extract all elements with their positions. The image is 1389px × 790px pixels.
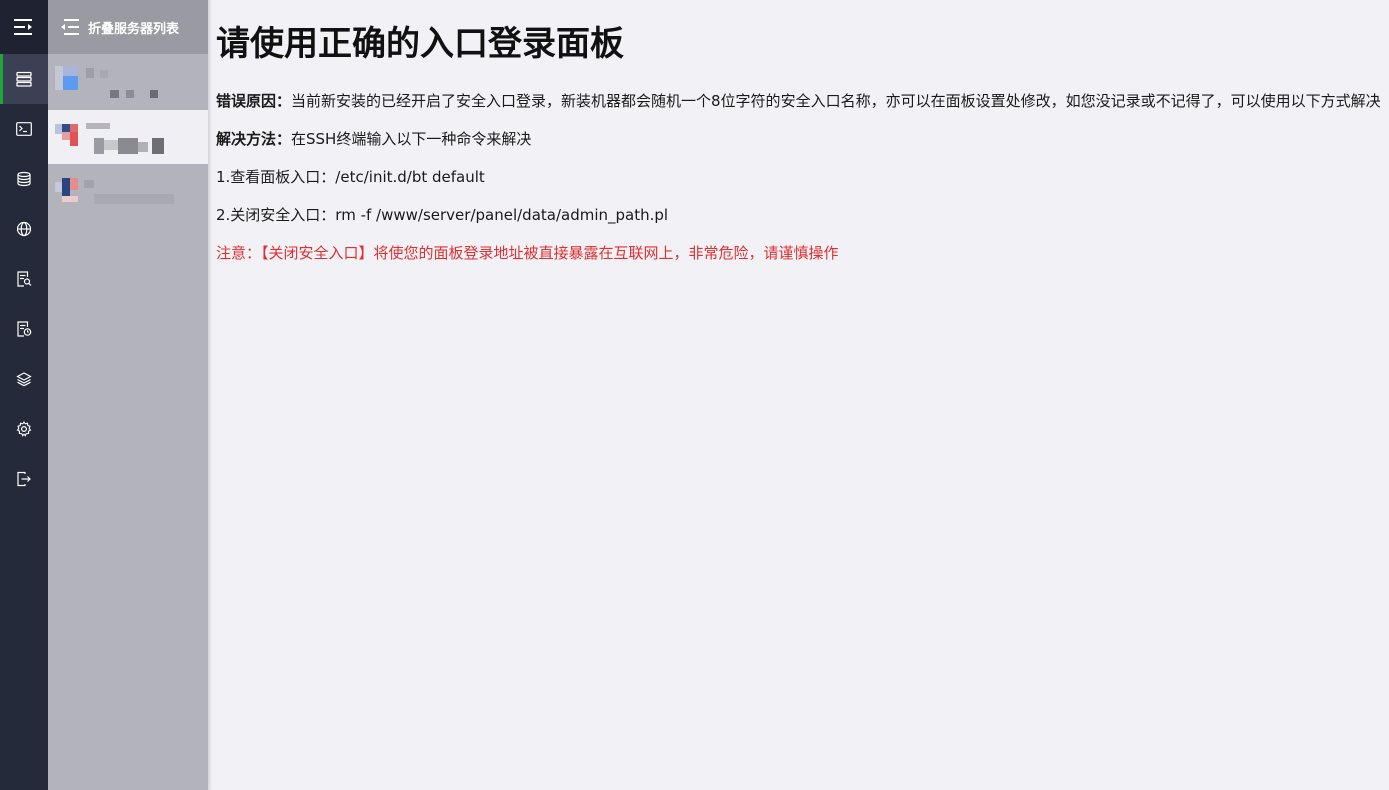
nav-servers[interactable] (0, 54, 48, 104)
nav-terminal[interactable] (0, 104, 48, 154)
panel-shadow (208, 0, 212, 790)
server-avatar (62, 124, 70, 132)
error-reason-text: 当前新安装的已经开启了安全入口登录，新装机器都会随机一个8位字符的安全入口名称，… (291, 92, 1381, 110)
server-avatar (62, 196, 78, 202)
menu-toggle-button[interactable] (0, 0, 48, 54)
server-address-redacted (118, 138, 138, 154)
server-avatar (70, 132, 78, 146)
server-avatar (70, 178, 78, 190)
server-name-redacted (86, 68, 94, 78)
server-address-redacted (152, 138, 164, 154)
server-item-selected[interactable] (48, 110, 208, 164)
server-avatar (63, 76, 78, 90)
solution-text: 在SSH终端输入以下一种命令来解决 (291, 130, 532, 148)
globe-icon (16, 221, 32, 237)
server-avatar (55, 124, 62, 134)
error-reason: 错误原因：当前新安装的已经开启了安全入口登录，新装机器都会随机一个8位字符的安全… (216, 90, 1384, 112)
nav-settings[interactable] (0, 404, 48, 454)
server-address-redacted (150, 90, 158, 98)
server-address-redacted (138, 142, 148, 152)
nav-database[interactable] (0, 154, 48, 204)
collapse-server-list-button[interactable]: 折叠服务器列表 (48, 0, 208, 54)
server-address-redacted (94, 194, 174, 204)
server-avatar (55, 182, 62, 192)
search-file-icon (17, 271, 32, 287)
nav-logout[interactable] (0, 454, 48, 504)
solution-label: 解决方法： (216, 130, 292, 148)
server-avatar (55, 66, 63, 90)
logout-icon (17, 471, 31, 487)
nav-software[interactable] (0, 354, 48, 404)
solution: 解决方法：在SSH终端输入以下一种命令来解决 (216, 128, 1384, 150)
nav-website[interactable] (0, 204, 48, 254)
warning-text: 注意：【关闭安全入口】将使您的面板登录地址被直接暴露在互联网上，非常危险，请谨慎… (216, 244, 839, 262)
server-address-redacted (94, 138, 104, 154)
collapse-server-list-label: 折叠服务器列表 (88, 21, 180, 37)
layers-icon (16, 372, 32, 387)
server-name-redacted (100, 70, 108, 78)
server-item[interactable] (48, 56, 208, 110)
menu-toggle-icon (14, 19, 32, 35)
server-list-icon (16, 71, 32, 87)
nav-files[interactable] (0, 254, 48, 304)
nav-cron[interactable] (0, 304, 48, 354)
terminal-icon (16, 122, 32, 136)
collapse-list-icon (61, 19, 79, 35)
server-address-redacted (126, 90, 134, 98)
server-address-redacted (110, 90, 119, 98)
server-avatar (62, 132, 70, 140)
error-reason-label: 错误原因： (216, 92, 292, 110)
server-avatar (70, 124, 78, 132)
server-list-panel: 折叠服务器列表 (48, 0, 208, 790)
icon-rail (0, 0, 48, 790)
step-view-entrance: 1.查看面板入口：/etc/init.d/bt default (216, 168, 485, 186)
settings-icon (16, 421, 32, 437)
server-avatar (62, 178, 70, 196)
server-address-redacted (104, 140, 118, 150)
main-content: 请使用正确的入口登录面板 错误原因：当前新安装的已经开启了安全入口登录，新装机器… (216, 0, 1384, 264)
step-disable-entrance: 2.关闭安全入口：rm -f /www/server/panel/data/ad… (216, 206, 669, 224)
server-name-redacted (86, 123, 110, 129)
server-item[interactable] (48, 166, 208, 220)
scheduled-task-icon (17, 321, 32, 337)
server-avatar (63, 66, 78, 76)
server-name-redacted (84, 180, 94, 188)
page-title: 请使用正确的入口登录面板 (216, 24, 624, 64)
database-icon (17, 171, 31, 187)
